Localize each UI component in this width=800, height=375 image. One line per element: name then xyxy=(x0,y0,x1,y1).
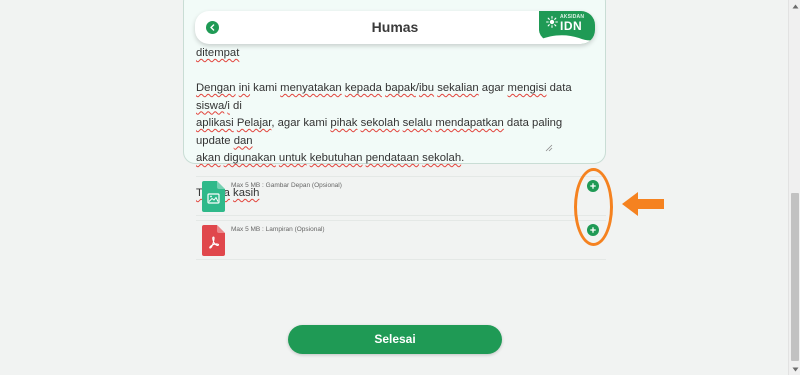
attachment-label: Max 5 MB : Gambar Depan (Opsional) xyxy=(231,182,342,189)
brand-wave xyxy=(539,35,595,44)
message-line: Dengan ini kami menyatakan kepada bapak/… xyxy=(196,82,575,112)
scrollbar-thumb[interactable] xyxy=(791,193,799,361)
resize-handle-icon[interactable] xyxy=(545,144,553,152)
brand-logo: AKSIDAN IDN xyxy=(539,11,595,44)
brand-name: IDN xyxy=(560,19,583,33)
attachment-label: Max 5 MB : Lampiran (Opsional) xyxy=(231,226,325,233)
attachment-row-front-image: Max 5 MB : Gambar Depan (Opsional) xyxy=(196,176,606,216)
message-line: ditempat xyxy=(196,47,240,59)
page-title: Humas xyxy=(371,19,419,35)
message-line: akan digunakan untuk kebutuhan pendataan… xyxy=(196,152,465,164)
message-line: aplikasi Pelajar, agar kami pihak sekola… xyxy=(196,117,566,147)
pdf-file-icon[interactable] xyxy=(202,225,225,256)
attachment-list: Max 5 MB : Gambar Depan (Opsional) Max 5… xyxy=(196,176,606,260)
scrollbar[interactable] xyxy=(788,0,800,375)
sun-icon xyxy=(546,16,558,28)
finish-button[interactable]: Selesai xyxy=(288,325,502,354)
page-content: ditempat Dengan ini kami menyatakan kepad… xyxy=(0,0,788,375)
header-bar: Humas AKSIDAN IDN xyxy=(195,11,595,44)
scroll-down-arrow-icon[interactable] xyxy=(789,363,800,375)
attachment-row-attachment: Max 5 MB : Lampiran (Opsional) xyxy=(196,220,606,260)
image-file-icon[interactable] xyxy=(202,181,225,212)
scroll-up-arrow-icon[interactable] xyxy=(789,0,800,12)
highlight-ellipse xyxy=(574,168,613,246)
arrow-left-icon xyxy=(622,192,664,216)
